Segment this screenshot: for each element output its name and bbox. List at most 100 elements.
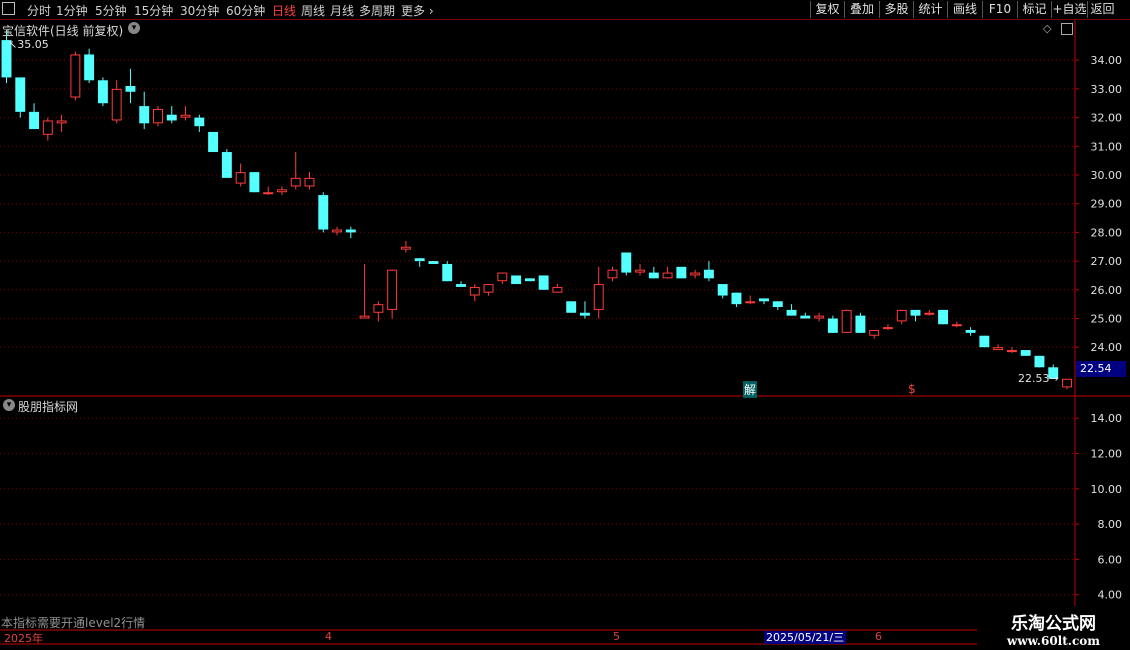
tool-button-7[interactable]: +自选 [1051,1,1087,18]
unlock-marker[interactable]: 解 [743,381,758,398]
candle-body [345,229,356,233]
tool-button-5[interactable]: F10 [982,1,1017,18]
candle-body [180,114,191,118]
low-price-marker: 22.53→ [1018,372,1059,385]
arrow-icon: → [1049,372,1059,385]
tool-button-1[interactable]: 叠加 [844,1,879,18]
candle-body [869,329,880,336]
period-4[interactable]: 30分钟 [180,2,219,19]
candle-body [70,54,81,98]
watermark-line1: 乐淘公式网 [1011,614,1096,634]
period-6[interactable]: 日线 [272,2,296,19]
candle-body [579,312,590,316]
candle-body [208,131,219,153]
candle-body [290,177,301,187]
period-7[interactable]: 周线 [301,2,325,19]
candle-body [249,172,260,193]
candle-body [745,301,756,304]
chevron-down-icon[interactable]: ▾ [128,22,140,34]
period-0[interactable]: 分时 [27,2,51,19]
candle-body [414,258,425,262]
tool-button-2[interactable]: 多股 [879,1,913,18]
candle-body [717,284,728,296]
price-tick-label: 4.00 [1098,589,1123,602]
panel-toggle-icon[interactable] [1061,23,1073,35]
price-tick-label: 26.00 [1091,284,1123,297]
candle-body [1062,378,1072,388]
candle-body [15,77,26,112]
candle-body [731,292,742,305]
period-9[interactable]: 多周期 [359,2,395,19]
candle-body [428,261,439,264]
period-3[interactable]: 15分钟 [134,2,173,19]
candle-body [703,269,714,279]
candle-body [648,272,659,279]
candle-body [318,195,329,230]
last-price-badge: 22.54 [1076,361,1126,377]
low-price-label: 22.53 [1018,372,1050,385]
candle-body [827,318,838,333]
candle-body [373,304,384,313]
price-tick-label: 27.00 [1091,255,1123,268]
candle-body [153,108,163,124]
tool-button-3[interactable]: 统计 [913,1,947,18]
candle-body [111,88,122,121]
candle-body [855,315,866,333]
menu-icon[interactable] [2,2,15,15]
tool-button-4[interactable]: 画线 [947,1,982,18]
candle-body [1034,355,1045,368]
candle-body [56,120,67,124]
candle-body [593,284,604,310]
candle-body [910,309,921,316]
tool-button-8[interactable]: 返回 [1087,1,1117,18]
price-tick-label: 14.00 [1091,412,1123,425]
candle-body [400,246,411,250]
candle-body [662,272,673,279]
candle-body [538,275,549,290]
period-1[interactable]: 1分钟 [56,2,88,19]
tool-button-0[interactable]: 复权 [810,1,844,18]
candle-body [139,106,150,124]
candle-body [442,263,453,282]
month-label: 6 [875,630,882,643]
arrow-icon: ↖ [8,38,18,51]
dividend-marker[interactable]: $ [908,382,916,396]
candle-body [304,177,315,187]
price-tick-label: 30.00 [1091,169,1123,182]
period-2[interactable]: 5分钟 [95,2,127,19]
candle-body [359,315,370,319]
high-price-label: 35.05 [17,38,49,51]
period-8[interactable]: 月线 [330,2,354,19]
price-tick-label: 29.00 [1091,198,1123,211]
candle-body [800,315,811,319]
price-tick-label: 25.00 [1091,313,1123,326]
candle-body [993,347,1004,351]
candle-body [221,152,232,178]
candle-body [896,309,907,322]
candle-body [786,309,797,316]
candlestick-chart[interactable]: 34.00 33.00 32.00 31.00 30.00 29.00 28.00 27.00… [0,20,1130,650]
candles [1,30,1072,390]
candle-body [772,301,783,308]
candle-body [566,301,577,313]
candle-body [759,298,769,302]
candle-body [332,229,343,233]
candle-body [387,269,398,310]
indicator-note: 本指标需要开通level2行情 [1,616,146,630]
candle-body [690,272,701,276]
axes [0,20,1130,650]
period-10[interactable]: 更多 › [401,2,434,19]
candle-body [552,286,563,293]
candle-body [607,269,618,279]
watermark: 乐淘公式网 www.60lt.com [977,606,1130,650]
chevron-down-icon[interactable]: ▾ [3,399,15,411]
price-tick-label: 12.00 [1091,447,1123,460]
period-5[interactable]: 60分钟 [226,2,265,19]
candle-body [979,335,990,348]
candle-body [194,117,205,127]
price-tick-label: 24.00 [1091,341,1123,354]
tool-button-6[interactable]: 标记 [1017,1,1051,18]
diamond-icon[interactable]: ◇ [1043,22,1051,35]
candle-body [235,172,246,184]
candle-body [524,278,535,282]
